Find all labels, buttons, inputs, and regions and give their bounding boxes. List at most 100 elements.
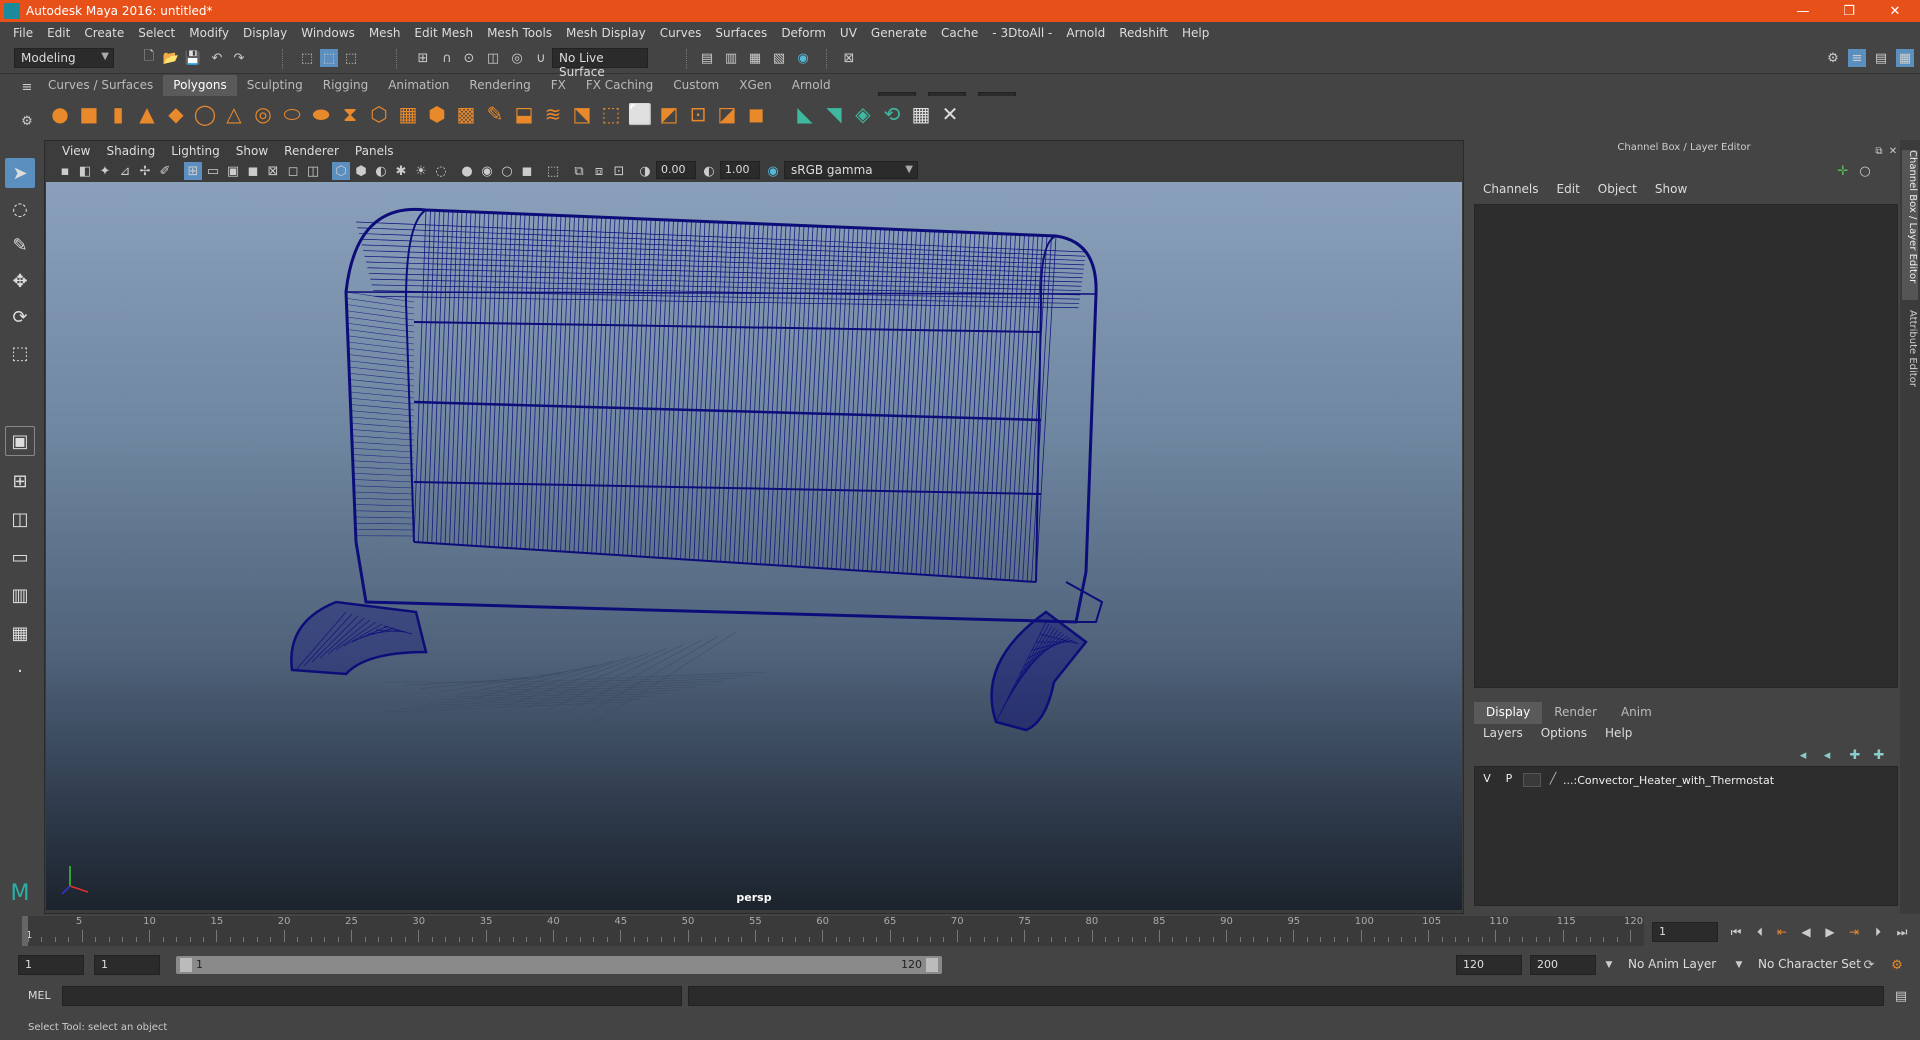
flare-icon[interactable]: ⊡ xyxy=(684,100,712,128)
perspective-viewport[interactable]: persp xyxy=(46,182,1462,910)
current-time-marker[interactable] xyxy=(22,916,28,946)
separate-icon[interactable]: ◣ xyxy=(791,100,819,128)
select-tool-icon[interactable]: ➤ xyxy=(5,158,35,188)
snap-curve-icon[interactable]: ∩ xyxy=(438,49,456,67)
combine-icon[interactable]: ◼ xyxy=(742,100,770,128)
wireframe-shading-icon[interactable]: ⬡ xyxy=(332,162,350,180)
menu-surfaces[interactable]: Surfaces xyxy=(708,26,774,40)
channel-box-menu-channels[interactable]: Channels xyxy=(1474,182,1548,202)
go-to-end-icon[interactable]: ⏭ xyxy=(1892,922,1912,942)
anti-aliasing-icon[interactable]: ○ xyxy=(498,162,516,180)
reduce-icon[interactable]: ◈ xyxy=(849,100,877,128)
menu-edit-mesh[interactable]: Edit Mesh xyxy=(407,26,480,40)
new-layer-selected-icon[interactable]: ✚ xyxy=(1870,746,1888,764)
layer-visibility-toggle[interactable]: V xyxy=(1477,772,1497,788)
menu-uv[interactable]: UV xyxy=(833,26,864,40)
attribute-editor-icon[interactable]: ≡ xyxy=(1848,49,1866,67)
more-layouts-icon[interactable]: · xyxy=(5,656,35,686)
shadows-icon[interactable]: ◌ xyxy=(432,162,450,180)
character-set-dropdown[interactable]: No Character Set xyxy=(1752,955,1872,975)
panel-options-icon[interactable]: ○ xyxy=(1856,162,1874,180)
field-chart-icon[interactable]: ⊠ xyxy=(264,162,282,180)
menu-mesh-tools[interactable]: Mesh Tools xyxy=(480,26,559,40)
snap-grid-icon[interactable]: ⊞ xyxy=(414,49,432,67)
chevron-down-icon[interactable]: ▼ xyxy=(1600,956,1618,974)
viewport-menu-panels[interactable]: Panels xyxy=(347,144,402,158)
script-language-label[interactable]: MEL xyxy=(28,989,51,1002)
viewport-menu-lighting[interactable]: Lighting xyxy=(163,144,228,158)
menu-mesh-display[interactable]: Mesh Display xyxy=(559,26,653,40)
poly-gear-icon[interactable]: ⬡ xyxy=(365,100,393,128)
menu-help[interactable]: Help xyxy=(1175,26,1216,40)
lasso-tool-icon[interactable]: ◌ xyxy=(5,194,35,224)
tool-settings-icon[interactable]: ▤ xyxy=(1872,49,1890,67)
save-scene-icon[interactable]: 💾 xyxy=(184,49,202,67)
step-forward-key-icon[interactable]: ⇥ xyxy=(1844,922,1864,942)
safe-action-icon[interactable]: ◻ xyxy=(284,162,302,180)
poly-cube-icon[interactable]: ■ xyxy=(75,100,103,128)
smooth-icon[interactable]: ◥ xyxy=(820,100,848,128)
menu-curves[interactable]: Curves xyxy=(653,26,709,40)
two-pane-layout-icon[interactable]: ◫ xyxy=(5,504,35,534)
layer-name[interactable]: ...:Convector_Heater_with_Thermostat xyxy=(1563,774,1774,787)
exposure-field[interactable]: 0.00 xyxy=(656,161,696,179)
safe-title-icon[interactable]: ◫ xyxy=(304,162,322,180)
new-layer-icon[interactable]: ✚ xyxy=(1846,746,1864,764)
animation-preferences-icon[interactable]: ⚙ xyxy=(1888,956,1906,974)
magnet-icon[interactable]: ∪ xyxy=(532,49,550,67)
layer-playback-toggle[interactable]: P xyxy=(1499,772,1519,788)
hypershade-icon[interactable]: ◉ xyxy=(794,49,812,67)
shelf-settings-icon[interactable]: ⚙ xyxy=(18,112,36,130)
layer-row[interactable]: V P ╱ ...:Convector_Heater_with_Thermost… xyxy=(1475,771,1895,789)
layer-tab-anim[interactable]: Anim xyxy=(1609,702,1664,724)
convector-heater-wireframe[interactable] xyxy=(290,207,1104,732)
select-camera-icon[interactable]: ▪ xyxy=(56,162,74,180)
modeling-toolkit-icon[interactable]: ⚙ xyxy=(1824,49,1842,67)
layer-tab-display[interactable]: Display xyxy=(1474,702,1543,724)
chevron-down-icon[interactable]: ▼ xyxy=(1730,956,1748,974)
step-back-key-icon[interactable]: ⇤ xyxy=(1772,922,1792,942)
shelf-tab-arnold[interactable]: Arnold xyxy=(782,75,841,96)
shelf-tab-polygons[interactable]: Polygons xyxy=(163,75,237,96)
menu-redshift[interactable]: Redshift xyxy=(1112,26,1175,40)
gamma-icon[interactable]: ◐ xyxy=(700,162,718,180)
step-back-frame-icon[interactable]: ⏴ xyxy=(1750,922,1770,942)
outliner-layout-icon[interactable]: ▭ xyxy=(5,542,35,572)
smooth-shade-icon[interactable]: ⬢ xyxy=(352,162,370,180)
bevel-icon[interactable]: ⬔ xyxy=(568,100,596,128)
lattice-icon[interactable]: ⬜ xyxy=(626,100,654,128)
uv-editor-icon[interactable]: ▦ xyxy=(907,100,935,128)
range-end-handle[interactable] xyxy=(926,958,938,972)
viewport-menu-view[interactable]: View xyxy=(54,144,98,158)
auto-key-icon[interactable]: ⟳ xyxy=(1860,956,1878,974)
live-surface-field[interactable]: No Live Surface xyxy=(552,48,648,79)
script-editor-icon[interactable]: ▤ xyxy=(1892,987,1910,1005)
step-forward-frame-icon[interactable]: ⏵ xyxy=(1868,922,1888,942)
poly-sphere-icon[interactable]: ● xyxy=(46,100,74,128)
shelf-tab-curves-surfaces[interactable]: Curves / Surfaces xyxy=(38,75,163,96)
menu-cache[interactable]: Cache xyxy=(934,26,985,40)
wireframe-on-shaded-icon[interactable]: ◐ xyxy=(372,162,390,180)
menu-deform[interactable]: Deform xyxy=(774,26,833,40)
menu-edit[interactable]: Edit xyxy=(40,26,77,40)
snap-view-icon[interactable]: ◫ xyxy=(484,49,502,67)
menu-arnold[interactable]: Arnold xyxy=(1059,26,1112,40)
grid-toggle-icon[interactable]: ⊞ xyxy=(184,162,202,180)
shelf-menu-icon[interactable]: ≡ xyxy=(18,78,36,96)
bookmark-icon[interactable]: ✦ xyxy=(96,162,114,180)
time-slider[interactable]: 5 10 15 20 25 30 35 40 45 50 55 60 65 70 75 80 85 90 95 100… xyxy=(22,916,1644,946)
render-settings-icon[interactable]: ▧ xyxy=(770,49,788,67)
redo-icon[interactable]: ↷ xyxy=(230,49,248,67)
poly-disc-icon[interactable]: ⬭ xyxy=(278,100,306,128)
poly-super-shape-icon[interactable]: ▦ xyxy=(394,100,422,128)
poly-soccer-ball-icon[interactable]: ⬢ xyxy=(423,100,451,128)
single-perspective-layout-icon[interactable]: ▣ xyxy=(5,426,35,456)
grease-pencil-icon[interactable]: ✐ xyxy=(156,162,174,180)
channel-box-menu-show[interactable]: Show xyxy=(1646,182,1696,202)
shelf-tab-animation[interactable]: Animation xyxy=(378,75,459,96)
go-to-start-icon[interactable]: ⏮ xyxy=(1726,922,1746,942)
shelf-tab-rigging[interactable]: Rigging xyxy=(313,75,378,96)
screen-space-ao-icon[interactable]: ● xyxy=(458,162,476,180)
gamma-field[interactable]: 1.00 xyxy=(720,161,760,179)
layer-color-swatch[interactable] xyxy=(1523,773,1541,787)
